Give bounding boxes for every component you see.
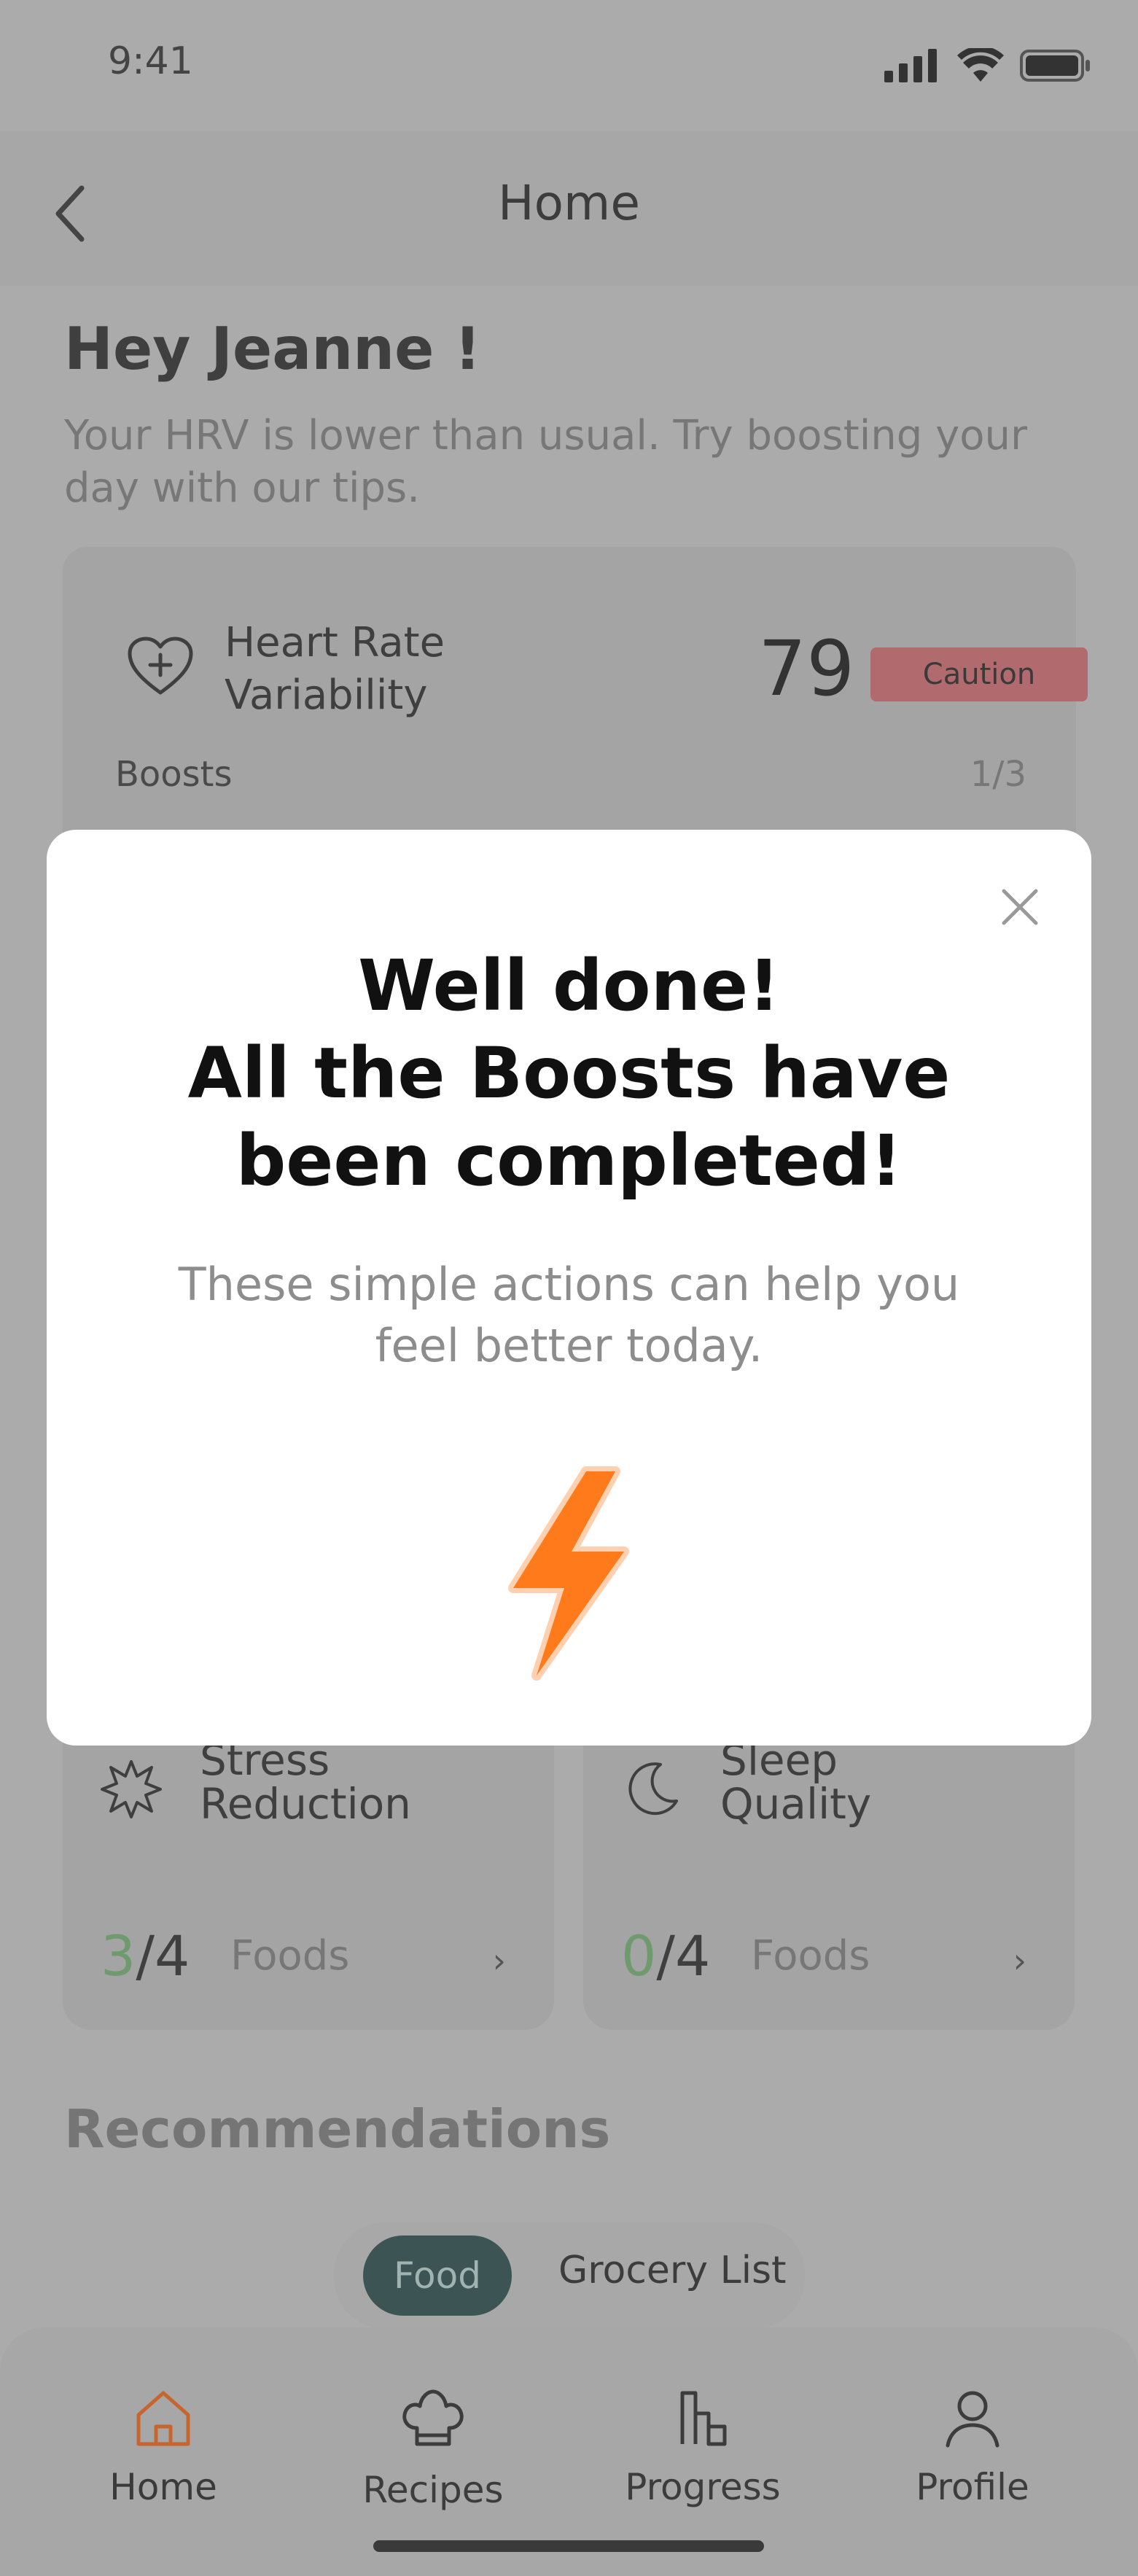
completion-modal: Well done! All the Boosts have been comp…	[47, 830, 1091, 1746]
modal-title-line2: All the Boosts have	[187, 1032, 951, 1114]
moon-icon	[628, 1762, 678, 1816]
stat-unit: Foods	[230, 1932, 350, 1980]
modal-body: These simple actions can help you feel b…	[178, 1258, 960, 1372]
recommendations-title: Recommendations	[64, 2098, 611, 2160]
status-icons	[884, 48, 1091, 83]
stat-done: 3	[101, 1923, 136, 1988]
page-title: Home	[498, 175, 640, 231]
tab-label: Recipes	[362, 2469, 504, 2511]
stat-title: Sleep Quality	[720, 1738, 871, 1826]
hrv-title-line2: Variability	[225, 672, 428, 719]
status-badge: Caution	[870, 647, 1088, 701]
wifi-icon	[957, 48, 1004, 82]
tab-label: Profile	[916, 2466, 1029, 2508]
chevron-right-icon: ›	[492, 1941, 506, 1980]
tab-progress[interactable]: Progress	[623, 2386, 783, 2508]
battery-icon	[1020, 50, 1090, 82]
boosts-label: Boosts	[115, 754, 233, 795]
tab-recipes[interactable]: Recipes	[353, 2386, 513, 2511]
stat-title-line2: Quality	[720, 1779, 872, 1829]
screen: 9:41 Home Hey Jeanne ! Your HRV is lower…	[0, 0, 1138, 2576]
home-indicator	[373, 2540, 764, 2552]
stat-count: 0/4	[621, 1923, 710, 1988]
recommendations-segmented-control: Food Grocery List	[334, 2222, 805, 2329]
hrv-title: Heart Rate Variability	[225, 617, 445, 722]
tab-label: Home	[109, 2466, 217, 2508]
stat-unit: Foods	[751, 1932, 870, 1980]
chevron-right-icon: ›	[1013, 1941, 1026, 1980]
close-icon[interactable]	[998, 885, 1042, 929]
tab-home[interactable]: Home	[83, 2386, 243, 2508]
tab-label: Progress	[625, 2466, 781, 2508]
stat-done: 0	[621, 1923, 657, 1988]
stat-total: /4	[656, 1923, 711, 1988]
modal-title: Well done! All the Boosts have been comp…	[47, 942, 1091, 1205]
header: Home	[0, 131, 1138, 286]
person-icon	[946, 2391, 999, 2448]
burst-icon	[101, 1760, 162, 1818]
hrv-title-line1: Heart Rate	[225, 619, 445, 666]
home-icon	[136, 2391, 190, 2446]
greeting-title: Hey Jeanne !	[64, 315, 481, 383]
tab-profile[interactable]: Profile	[892, 2386, 1053, 2508]
lightning-bolt-icon	[508, 1466, 629, 1681]
tab-food[interactable]: Food	[363, 2235, 512, 2316]
cellular-signal-icon	[884, 49, 937, 82]
tab-grocery-list[interactable]: Grocery List	[558, 2249, 787, 2292]
heart-plus-icon	[128, 637, 193, 695]
tab-bar: Home Recipes Progress Profile	[0, 2327, 1138, 2576]
bar-chart-icon	[680, 2391, 727, 2446]
stat-title-line2: Reduction	[200, 1779, 411, 1829]
hrv-value: 79	[758, 624, 855, 713]
stat-total: /4	[136, 1923, 190, 1988]
status-time: 9:41	[108, 39, 193, 83]
stat-count: 3/4	[101, 1923, 190, 1988]
modal-title-line1: Well done!	[358, 945, 780, 1027]
chef-hat-icon	[402, 2389, 464, 2446]
greeting-subtitle: Your HRV is lower than usual. Try boosti…	[64, 412, 1028, 512]
modal-title-line3: been completed!	[235, 1120, 903, 1202]
boosts-count: 1/3	[970, 754, 1026, 795]
stat-title: Stress Reduction	[200, 1738, 411, 1826]
